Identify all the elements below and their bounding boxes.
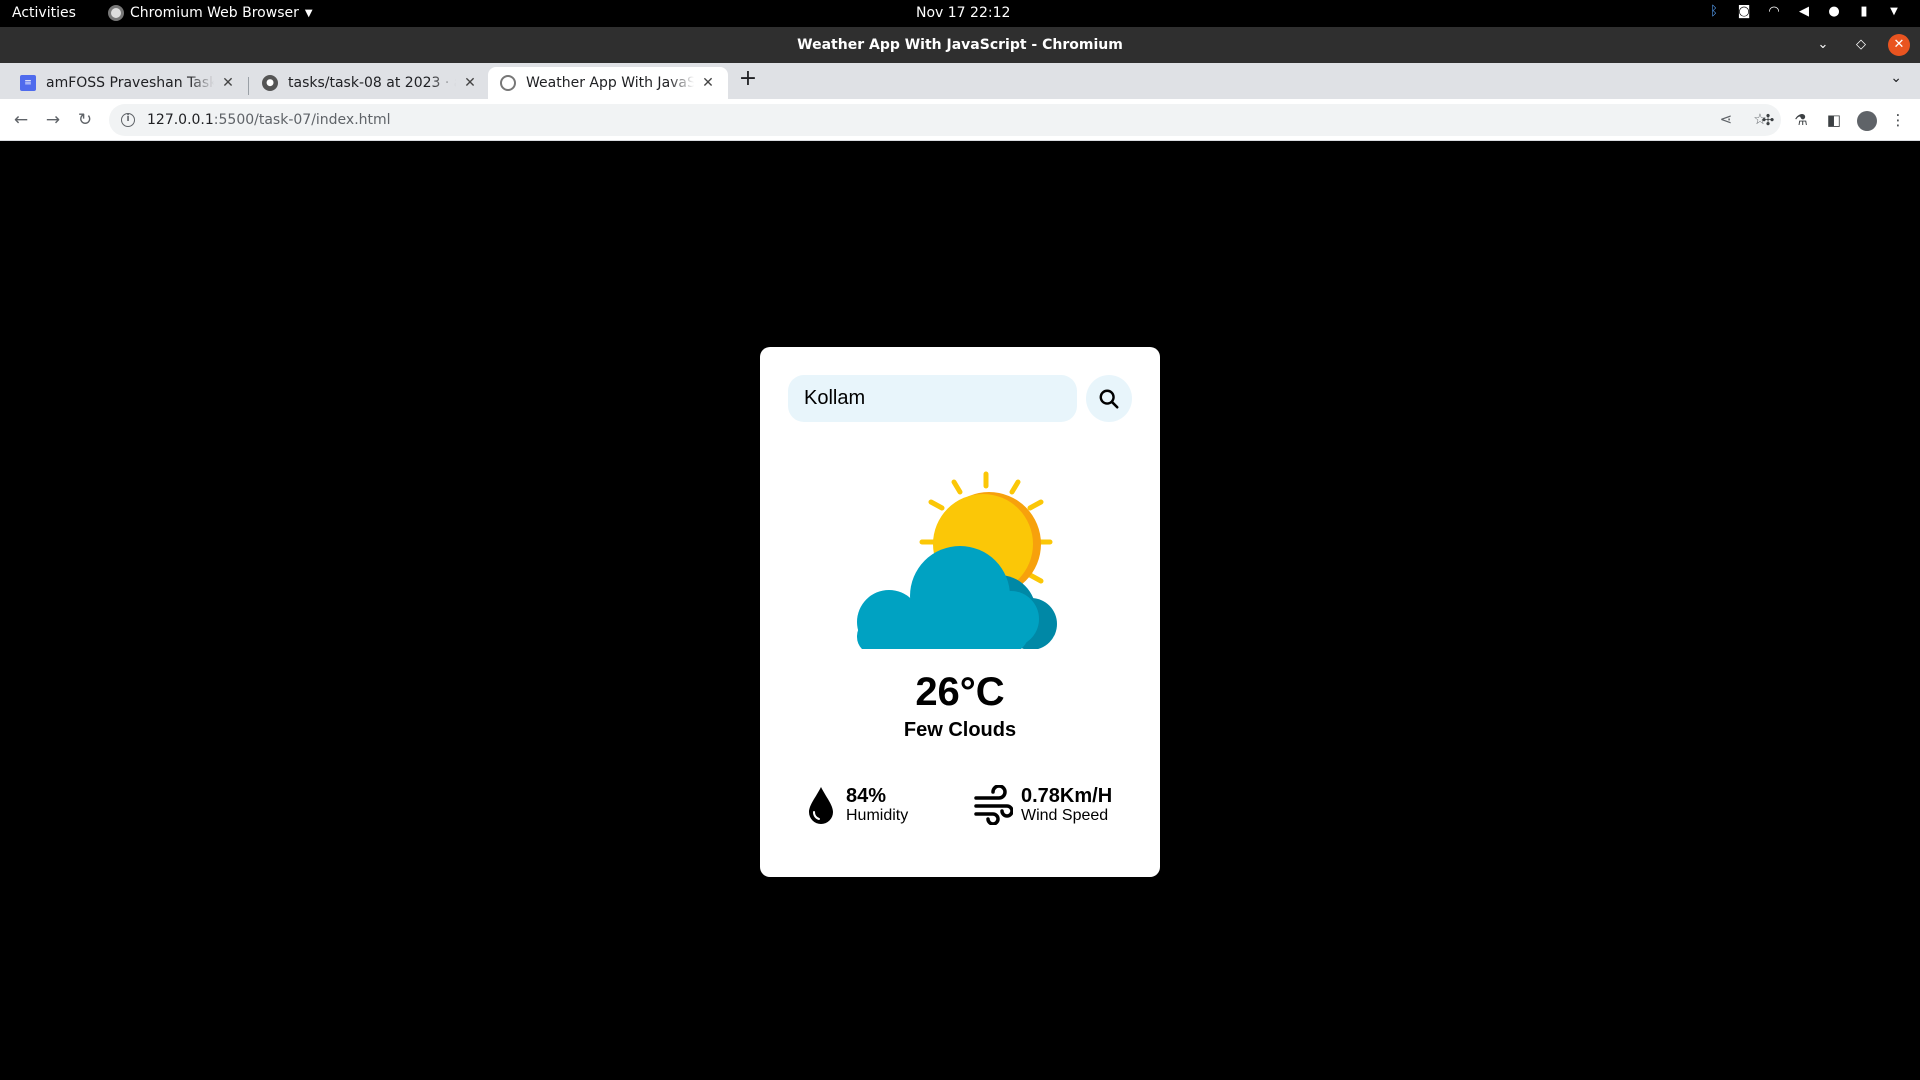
url-path: :5500/task-07/index.html <box>213 112 391 128</box>
activities-button[interactable]: Activities <box>12 5 76 21</box>
battery-icon[interactable]: ▮ <box>1856 4 1872 20</box>
minimize-button[interactable]: ⌄ <box>1812 34 1834 56</box>
chevron-down-icon: ▼ <box>304 7 313 19</box>
close-tab-icon[interactable]: ✕ <box>700 75 716 91</box>
clock[interactable]: Nov 17 22:12 <box>916 5 1010 21</box>
site-info-icon[interactable]: i <box>121 113 135 127</box>
github-icon: ● <box>262 75 278 91</box>
wind-speed-value: 0.78Km/H <box>1021 785 1113 807</box>
menu-kebab-icon[interactable]: ⋮ <box>1886 108 1910 132</box>
tab-divider <box>248 77 249 95</box>
window-title-bar: Weather App With JavaScript - Chromium ⌄… <box>0 27 1920 63</box>
extensions-puzzle-icon[interactable]: ✣ <box>1756 108 1780 132</box>
profile-avatar-icon[interactable] <box>1855 108 1879 132</box>
window-controls: ⌄ ◇ ✕ <box>1812 34 1910 56</box>
new-tab-button[interactable]: + <box>736 68 760 92</box>
close-tab-icon[interactable]: ✕ <box>220 75 236 91</box>
wind-speed-label: Wind Speed <box>1021 807 1109 824</box>
document-icon: ≡ <box>20 75 36 91</box>
water-drop-icon <box>809 787 833 824</box>
volume-icon[interactable]: ◀ <box>1796 4 1812 20</box>
humidity-value: 84% <box>846 785 887 807</box>
microphone-icon[interactable]: ● <box>1826 4 1842 20</box>
url-host: 127.0.0.1 <box>147 112 214 128</box>
tab-label: amFOSS Praveshan Tasks <box>46 75 214 91</box>
system-tray[interactable]: ᛒ ◙ ◠ ◀ ● ▮ ▼ <box>1706 4 1902 20</box>
globe-icon <box>500 75 516 91</box>
system-top-bar: Activities Chromium Web Browser ▼ Nov 17… <box>0 0 1920 27</box>
forward-button[interactable]: → <box>41 108 65 132</box>
address-bar[interactable]: i 127.0.0.1:5500/task-07/index.html ⋖ ☆ <box>109 104 1781 136</box>
bluetooth-icon[interactable]: ᛒ <box>1706 4 1722 20</box>
humidity-detail: 84% Humidity <box>806 785 908 825</box>
maximize-button[interactable]: ◇ <box>1850 34 1872 56</box>
tab-weather-app[interactable]: Weather App With JavaScript ✕ <box>488 67 728 99</box>
tab-label: tasks/task-08 at 2023 · amfoss <box>288 75 456 91</box>
city-search-input[interactable] <box>788 375 1077 422</box>
search-icon <box>1099 389 1119 409</box>
browser-toolbar: ← → ↻ i 127.0.0.1:5500/task-07/index.htm… <box>0 99 1920 141</box>
search-button[interactable] <box>1086 375 1132 422</box>
humidity-label: Humidity <box>846 807 909 824</box>
window-title: Weather App With JavaScript - Chromium <box>797 37 1123 53</box>
side-panel-icon[interactable]: ◧ <box>1822 108 1846 132</box>
tab-search-button[interactable]: ⌄ <box>1890 70 1902 86</box>
close-window-button[interactable]: ✕ <box>1888 34 1910 56</box>
wind-text: 0.78Km/H Wind Speed <box>1021 785 1112 825</box>
reload-button[interactable]: ↻ <box>73 108 97 132</box>
app-menu-label: Chromium Web Browser <box>130 5 299 21</box>
wifi-icon[interactable]: ◠ <box>1766 4 1782 20</box>
page-viewport: 26°C Few Clouds 84% Humidity 0.78Km/H <box>0 142 1920 1080</box>
back-button[interactable]: ← <box>9 108 33 132</box>
tab-strip: ≡ amFOSS Praveshan Tasks ✕ ● tasks/task-… <box>0 63 1920 99</box>
share-icon[interactable]: ⋖ <box>1717 110 1735 128</box>
wind-detail: 0.78Km/H Wind Speed <box>973 785 1112 825</box>
wind-icon <box>974 785 1013 825</box>
url-text[interactable]: 127.0.0.1:5500/task-07/index.html <box>147 112 391 128</box>
close-tab-icon[interactable]: ✕ <box>462 75 478 91</box>
few-clouds-icon <box>857 471 1057 649</box>
app-menu[interactable]: Chromium Web Browser ▼ <box>108 5 313 21</box>
tab-github-task-08[interactable]: ● tasks/task-08 at 2023 · amfoss ✕ <box>250 67 490 99</box>
weather-card: 26°C Few Clouds 84% Humidity 0.78Km/H <box>760 347 1160 877</box>
weather-condition: Few Clouds <box>903 719 1017 741</box>
chevron-down-icon[interactable]: ▼ <box>1886 4 1902 20</box>
chromium-icon <box>108 5 124 21</box>
labs-flask-icon[interactable]: ⚗ <box>1789 108 1813 132</box>
discord-icon[interactable]: ◙ <box>1736 4 1752 20</box>
tab-label: Weather App With JavaScript <box>526 75 694 91</box>
temperature: 26°C <box>915 670 1005 714</box>
humidity-text: 84% Humidity <box>846 785 908 825</box>
tab-amfoss-tasks[interactable]: ≡ amFOSS Praveshan Tasks ✕ <box>8 67 248 99</box>
